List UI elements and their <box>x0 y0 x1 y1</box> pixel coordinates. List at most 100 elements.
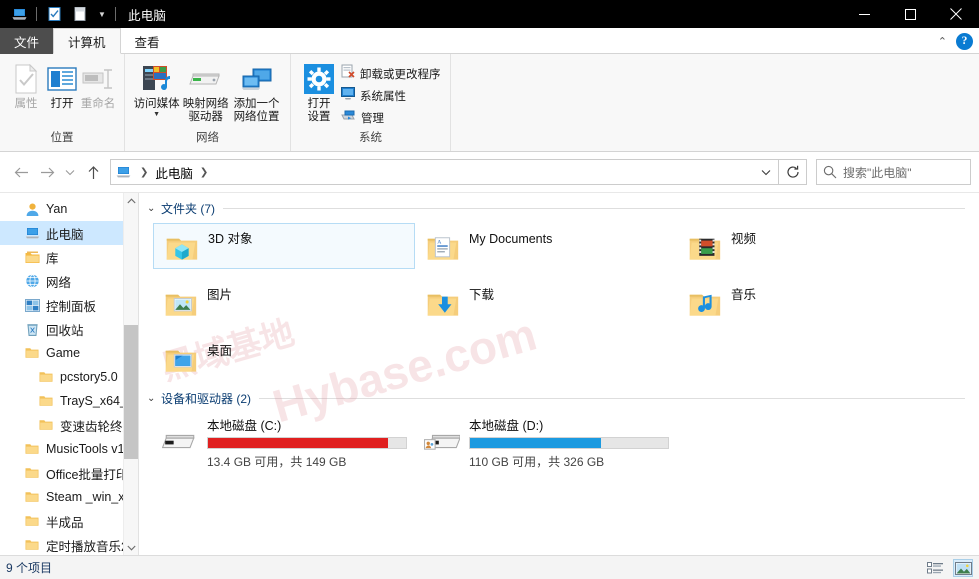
group-divider <box>259 397 965 399</box>
folder-icon <box>36 395 56 407</box>
search-box[interactable]: 搜索"此电脑" <box>816 159 971 185</box>
sidebar-item-label: 此电脑 <box>46 227 84 242</box>
sidebar-item-4[interactable]: 控制面板 <box>0 293 138 317</box>
back-button[interactable] <box>8 159 34 185</box>
ribbon-tab-strip: 文件 计算机 查看 ⌃ ? <box>0 28 979 54</box>
search-icon <box>817 165 843 179</box>
large-icons-view-icon[interactable] <box>953 559 973 577</box>
tab-view[interactable]: 查看 <box>121 28 174 54</box>
search-input[interactable]: 搜索"此电脑" <box>843 164 912 181</box>
sidebar-item-9[interactable]: 变速齿轮终版 <box>0 413 138 437</box>
file-explorer-window: ▼ 此电脑 文件 计算机 查看 ⌃ ? 属性 打开 重命名 位置 访问媒体 ▼ … <box>0 0 979 579</box>
details-view-icon[interactable] <box>925 559 945 577</box>
group-header-folders[interactable]: ⌄ 文件夹 (7) <box>139 197 979 219</box>
sidebar-item-label: 回收站 <box>46 323 84 338</box>
drive-usage-bar <box>207 437 407 449</box>
sidebar-item-3[interactable]: 网络 <box>0 269 138 293</box>
ribbon-button-access-media[interactable]: 访问媒体 ▼ <box>133 59 180 118</box>
hard-drive-shared-icon <box>415 413 469 465</box>
media-icon <box>141 62 173 96</box>
tab-file[interactable]: 文件 <box>0 28 54 54</box>
sidebar-item-2[interactable]: 库 <box>0 245 138 269</box>
ribbon-button-add-network-location[interactable]: 添加一个 网络位置 <box>231 59 282 124</box>
sidebar-item-13[interactable]: 半成品 <box>0 509 138 533</box>
status-bar: 9 个项目 <box>0 555 979 579</box>
navigation-pane: Yan 此电脑库网络 控制面板回收站 Game pcstory5.0 TrayS_x64_… <box>0 193 138 556</box>
sidebar-item-0[interactable]: Yan <box>0 197 138 221</box>
navigation-scrollbar[interactable] <box>123 193 138 556</box>
ribbon-button-open[interactable]: 打开 <box>44 59 80 111</box>
ribbon-button-label: 系统属性 <box>360 90 406 103</box>
chevron-up-icon[interactable]: ⌃ <box>938 35 947 48</box>
folder-tile[interactable]: 下载 <box>415 279 677 325</box>
view-buttons <box>925 556 973 579</box>
ribbon-button-rename[interactable]: 重命名 <box>80 59 116 111</box>
ribbon-button-map-drive[interactable]: 映射网络 驱动器 <box>180 59 231 124</box>
help-icon[interactable]: ? <box>956 32 973 50</box>
sidebar-item-10[interactable]: MusicTools v1. <box>0 437 138 461</box>
folder-tile[interactable]: A My Documents <box>415 223 677 269</box>
chevron-down-icon[interactable]: ⌄ <box>147 203 161 214</box>
address-dropdown-icon[interactable] <box>754 160 778 184</box>
scroll-down-icon[interactable] <box>124 540 138 556</box>
drive-tile[interactable]: 本地磁盘 (C:) 13.4 GB 可用，共 149 GB <box>153 413 423 469</box>
refresh-button[interactable] <box>779 159 807 185</box>
sidebar-item-1[interactable]: 此电脑 <box>0 221 138 245</box>
folder-music-icon <box>677 287 731 318</box>
ribbon-button-uninstall[interactable]: 卸载或更改程序 <box>341 64 441 83</box>
breadcrumb-separator[interactable]: ❯ <box>135 167 153 178</box>
scroll-up-icon[interactable] <box>124 193 138 209</box>
sidebar-item-7[interactable]: pcstory5.0 <box>0 365 138 389</box>
sidebar-item-6[interactable]: Game <box>0 341 138 365</box>
folder-tile-label: My Documents <box>469 232 553 246</box>
chevron-down-icon[interactable]: ⌄ <box>147 393 161 404</box>
recent-locations-button[interactable] <box>60 159 80 185</box>
sidebar-item-11[interactable]: Office批量打印 <box>0 461 138 485</box>
ribbon-button-manage[interactable]: 管理 <box>341 108 441 127</box>
drive-usage-fill <box>208 438 389 448</box>
folder-tile[interactable]: 桌面 <box>153 335 415 381</box>
up-button[interactable] <box>80 159 106 185</box>
folder-tile[interactable]: 视频 <box>677 223 939 269</box>
close-button[interactable] <box>933 0 979 28</box>
group-header-drives[interactable]: ⌄ 设备和驱动器 (2) <box>139 387 979 409</box>
breadcrumb-this-pc[interactable]: 此电脑 <box>153 163 195 182</box>
sidebar-item-8[interactable]: TrayS_x64_CP <box>0 389 138 413</box>
drive-name: 本地磁盘 (C:) <box>207 419 282 433</box>
maximize-button[interactable] <box>887 0 933 28</box>
properties-icon[interactable] <box>41 0 67 28</box>
ribbon-button-label: 打开 <box>50 98 74 110</box>
address-field[interactable]: ❯ 此电脑 ❯ <box>110 159 779 185</box>
new-folder-icon[interactable] <box>67 0 93 28</box>
folder-tile[interactable]: 音乐 <box>677 279 939 325</box>
forward-button[interactable] <box>34 159 60 185</box>
drive-free-space: 110 GB 可用，共 326 GB <box>469 455 605 469</box>
drive-tile[interactable]: 本地磁盘 (D:) 110 GB 可用，共 326 GB <box>415 413 685 469</box>
navigation-scroll-thumb[interactable] <box>124 325 138 459</box>
sidebar-item-14[interactable]: 定时播放音乐2 <box>0 533 138 556</box>
tab-computer[interactable]: 计算机 <box>53 28 121 54</box>
folder-tile[interactable]: 3D 对象 <box>153 223 415 269</box>
ribbon-button-label: 管理 <box>361 112 384 125</box>
breadcrumb-separator[interactable]: ❯ <box>195 167 213 178</box>
folder-3d-icon <box>154 231 208 262</box>
ribbon: 属性 打开 重命名 位置 访问媒体 ▼ 映射网络 驱动器 添加一个 网络位置 网… <box>0 54 979 152</box>
this-pc-icon <box>22 227 42 240</box>
minimize-button[interactable] <box>841 0 887 28</box>
network-icon <box>22 274 42 288</box>
folder-tile-label: 3D 对象 <box>208 232 253 246</box>
ribbon-button-system-properties[interactable]: 系统属性 <box>341 86 441 105</box>
folder-icon <box>22 347 42 359</box>
ribbon-button-open-settings[interactable]: 打开 设置 <box>299 59 339 124</box>
hard-drive-icon <box>153 413 207 465</box>
system-properties-icon <box>341 86 355 105</box>
qat-chevron-down-icon[interactable]: ▼ <box>93 0 111 28</box>
ribbon-button-properties[interactable]: 属性 <box>8 59 44 111</box>
chevron-down-icon[interactable]: ▼ <box>153 111 160 118</box>
folder-tile-grid: 3D 对象 A My Documents 视频图片 下载 音乐桌面 <box>139 219 979 389</box>
this-pc-icon[interactable] <box>6 0 32 28</box>
sidebar-item-12[interactable]: Steam _win_x6 <box>0 485 138 509</box>
folder-tile[interactable]: 图片 <box>153 279 415 325</box>
group-title: 设备和驱动器 (2) <box>161 391 252 406</box>
sidebar-item-5[interactable]: 回收站 <box>0 317 138 341</box>
